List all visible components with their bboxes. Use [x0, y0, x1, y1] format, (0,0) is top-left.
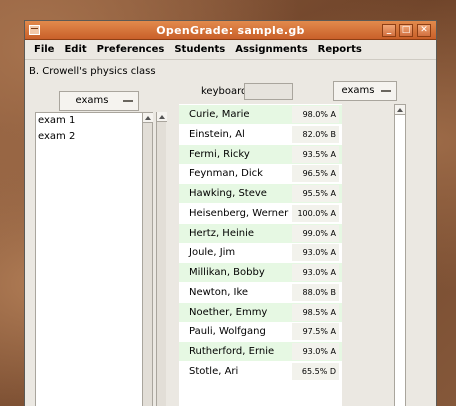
student-score[interactable]: 65.5% D: [292, 362, 339, 380]
student-name: Joule, Jim: [189, 247, 236, 259]
student-score[interactable]: 93.0% A: [292, 264, 339, 281]
student-score[interactable]: 96.5% A: [292, 165, 339, 183]
keyboard-input[interactable]: [244, 83, 293, 100]
table-row[interactable]: Joule, Jim 93.0% A: [179, 243, 342, 263]
student-score[interactable]: 100.0% A: [292, 204, 339, 222]
grades-table: Curie, Marie 98.0% A Einstein, Al 82.0% B Fe…: [179, 104, 342, 406]
student-name: Einstein, Al: [189, 128, 245, 140]
student-name: Millikan, Bobby: [189, 267, 265, 278]
student-name: Feynman, Dick: [189, 168, 263, 180]
student-name: Hawking, Steve: [189, 188, 267, 199]
dropdown-arrow-icon: [381, 90, 391, 92]
student-name: Hertz, Heinie: [189, 227, 255, 239]
dropdown-arrow-icon: [123, 100, 133, 102]
menu-preferences[interactable]: Preferences: [92, 44, 170, 55]
menu-reports[interactable]: Reports: [313, 44, 367, 55]
table-row[interactable]: Millikan, Bobby 93.0% A: [179, 263, 342, 282]
keyboard-label: keyboard: [201, 86, 248, 97]
table-row[interactable]: Feynman, Dick 96.5% A: [179, 164, 342, 184]
student-score[interactable]: 82.0% B: [292, 125, 339, 143]
assignment-list[interactable]: exam 1 exam 2: [35, 112, 153, 406]
table-row[interactable]: Heisenberg, Werner 100.0% A: [179, 203, 342, 223]
menu-file[interactable]: File: [29, 44, 59, 55]
scroll-up-icon[interactable]: [157, 112, 167, 122]
category-dropdown-right[interactable]: exams: [333, 81, 397, 101]
grades-scrollbar-right[interactable]: [394, 104, 406, 406]
student-name: Noether, Emmy: [189, 306, 268, 318]
category-dropdown-left-value: exams: [75, 95, 109, 106]
student-name: Stotle, Ari: [189, 365, 239, 377]
student-name: Rutherford, Ernie: [189, 346, 275, 357]
list-item[interactable]: exam 1: [36, 113, 152, 129]
student-score[interactable]: 93.0% A: [292, 244, 339, 262]
student-name: Newton, Ike: [189, 286, 249, 298]
table-row[interactable]: Pauli, Wolfgang 97.5% A: [179, 322, 342, 342]
student-score[interactable]: 93.0% A: [292, 343, 339, 360]
app-window: OpenGrade: sample.gb _ □ ✕ File Edit Pre…: [24, 20, 437, 406]
table-row[interactable]: Hertz, Heinie 99.0% A: [179, 223, 342, 243]
table-row[interactable]: Newton, Ike 88.0% B: [179, 282, 342, 302]
window-title: OpenGrade: sample.gb: [156, 24, 305, 37]
maximize-button[interactable]: □: [399, 24, 413, 37]
table-row[interactable]: Hawking, Steve 95.5% A: [179, 184, 342, 203]
close-button[interactable]: ✕: [417, 24, 431, 37]
student-name: Pauli, Wolfgang: [189, 326, 266, 338]
student-score[interactable]: 99.0% A: [292, 224, 339, 242]
table-row[interactable]: Stotle, Ari 65.5% D: [179, 361, 342, 381]
student-name: Fermi, Ricky: [189, 148, 250, 160]
student-score[interactable]: 88.0% B: [292, 283, 339, 301]
student-name: Curie, Marie: [189, 109, 250, 120]
table-row[interactable]: Einstein, Al 82.0% B: [179, 124, 342, 144]
student-score[interactable]: 97.5% A: [292, 323, 339, 341]
class-name-label: B. Crowell's physics class: [29, 66, 156, 77]
list-item[interactable]: exam 2: [36, 129, 152, 145]
table-row[interactable]: Curie, Marie 98.0% A: [179, 105, 342, 124]
student-score[interactable]: 98.0% A: [292, 106, 339, 123]
scroll-up-icon[interactable]: [143, 113, 153, 123]
menu-edit[interactable]: Edit: [59, 44, 91, 55]
menu-assignments[interactable]: Assignments: [230, 44, 312, 55]
category-dropdown-right-value: exams: [341, 85, 375, 96]
grades-scrollbar-left[interactable]: [156, 112, 167, 406]
table-row[interactable]: Noether, Emmy 98.5% A: [179, 302, 342, 322]
student-score[interactable]: 95.5% A: [292, 185, 339, 202]
title-bar[interactable]: OpenGrade: sample.gb _ □ ✕: [25, 21, 436, 40]
table-row[interactable]: Rutherford, Ernie 93.0% A: [179, 342, 342, 361]
assignment-list-scrollbar[interactable]: [142, 113, 153, 406]
minimize-button[interactable]: _: [382, 24, 396, 37]
category-dropdown-left[interactable]: exams: [59, 91, 139, 111]
student-score[interactable]: 93.5% A: [292, 145, 339, 163]
menu-students[interactable]: Students: [169, 44, 230, 55]
student-name: Heisenberg, Werner: [189, 207, 289, 219]
scroll-up-icon[interactable]: [395, 105, 405, 115]
table-row[interactable]: Fermi, Ricky 93.5% A: [179, 144, 342, 164]
student-score[interactable]: 98.5% A: [292, 303, 339, 321]
menu-bar: File Edit Preferences Students Assignmen…: [25, 40, 436, 60]
